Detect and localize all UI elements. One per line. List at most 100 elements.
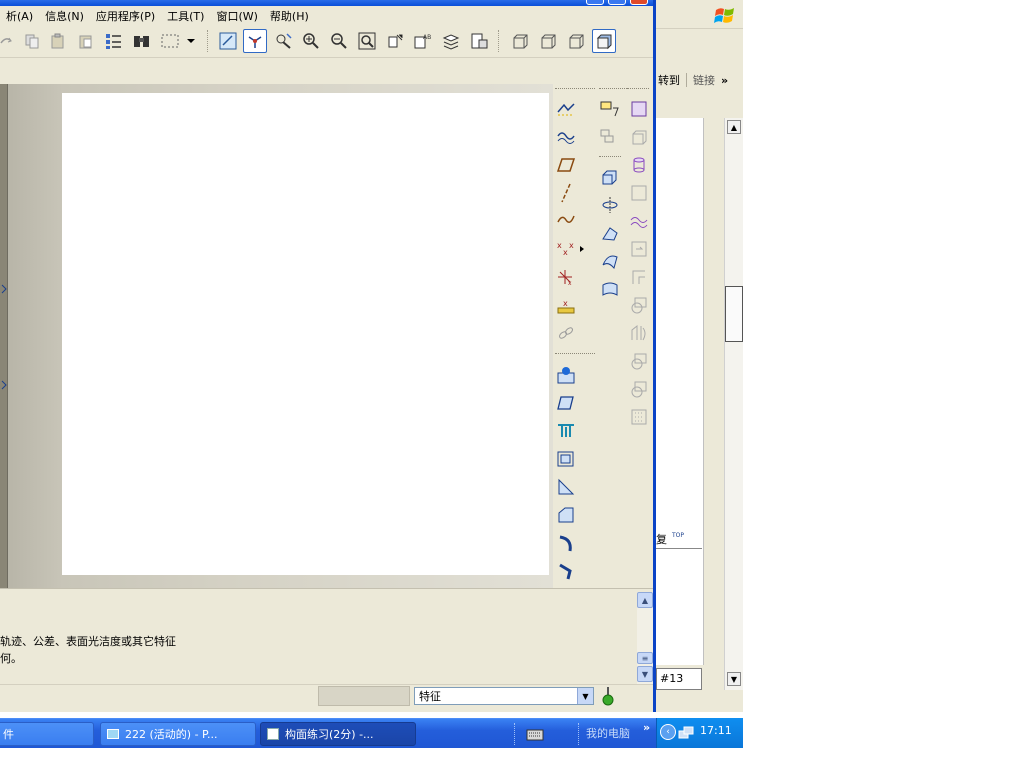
variable-sweep-icon[interactable] xyxy=(599,222,621,244)
round-icon[interactable] xyxy=(555,476,577,498)
rib-icon[interactable] xyxy=(555,420,577,442)
wireframe-icon[interactable] xyxy=(508,29,532,53)
redo-icon[interactable] xyxy=(0,29,18,53)
assemble-icon[interactable] xyxy=(599,126,621,148)
menu-help[interactable]: 帮助(H) xyxy=(264,8,315,24)
box-icon[interactable] xyxy=(628,126,650,148)
datum-axis-icon[interactable] xyxy=(555,182,577,204)
surface-wave-icon[interactable] xyxy=(628,210,650,232)
orient-mode-icon[interactable] xyxy=(272,29,296,53)
top-link[interactable]: TOP xyxy=(672,532,684,539)
sketch-curve-icon[interactable] xyxy=(555,208,577,230)
keyboard-icon[interactable] xyxy=(526,727,544,741)
scroll-thumb[interactable]: ≡ xyxy=(637,652,653,664)
offset-icon[interactable] xyxy=(628,238,650,260)
boundary-blend-icon[interactable] xyxy=(599,278,621,300)
windows-logo-icon xyxy=(714,8,734,23)
merge-icon[interactable] xyxy=(628,350,650,372)
grid-pattern-icon[interactable] xyxy=(628,406,650,428)
pattern-fill-icon[interactable] xyxy=(628,98,650,120)
chevron-down-icon[interactable] xyxy=(184,29,198,53)
chevron-down-icon[interactable]: ▼ xyxy=(577,688,593,704)
taskbar-button-active-session[interactable]: 222 (活动的) - P... xyxy=(100,722,256,746)
menu-info[interactable]: 信息(N) xyxy=(39,8,90,24)
rectangle-icon[interactable] xyxy=(628,182,650,204)
copy-icon[interactable] xyxy=(20,29,44,53)
menu-analysis[interactable]: 析(A) xyxy=(0,8,39,24)
svg-text:x: x xyxy=(563,299,568,308)
extend-icon[interactable] xyxy=(628,378,650,400)
scroll-up-button[interactable]: ▲ xyxy=(637,592,653,608)
datum-curve-sketch-icon[interactable] xyxy=(555,98,577,120)
scroll-down-button[interactable]: ▼ xyxy=(727,672,741,686)
trim-icon[interactable] xyxy=(628,266,650,288)
chain-link-icon[interactable] xyxy=(555,322,577,344)
goto-button[interactable]: 转到 xyxy=(656,72,680,88)
datum-curve-icon[interactable] xyxy=(555,126,577,148)
swept-blend-icon[interactable] xyxy=(599,250,621,272)
close-button[interactable] xyxy=(630,0,648,5)
blend-icon[interactable] xyxy=(555,560,577,582)
status-panel xyxy=(318,686,410,706)
minimize-button[interactable] xyxy=(586,0,604,5)
datum-plane-icon[interactable] xyxy=(555,154,577,176)
flyout-arrow-icon[interactable] xyxy=(577,238,587,260)
scroll-thumb[interactable] xyxy=(725,286,743,342)
tray-expand-button[interactable]: ‹ xyxy=(660,724,676,740)
cylinder-icon[interactable] xyxy=(628,154,650,176)
extrude-icon[interactable] xyxy=(599,166,621,188)
message-scrollbar[interactable]: ▲ ≡ ▼ xyxy=(637,592,653,684)
datum-point-icon[interactable]: xxx xyxy=(555,238,577,260)
analysis-feature-icon[interactable]: x xyxy=(555,294,577,316)
mirror-icon[interactable] xyxy=(628,322,650,344)
no-hidden-icon[interactable] xyxy=(564,29,588,53)
zoom-out-icon[interactable] xyxy=(327,29,351,53)
browser-scrollbar[interactable]: ▲ ▼ xyxy=(724,118,743,690)
hole-icon[interactable] xyxy=(555,364,577,386)
message-area: 轨迹、公差、表面光洁度或其它特征 何。 xyxy=(0,588,653,684)
intersect-icon[interactable] xyxy=(628,294,650,316)
chamfer-icon[interactable] xyxy=(555,504,577,526)
selection-filter-select[interactable]: 特征 ▼ xyxy=(414,687,594,705)
menu-applications[interactable]: 应用程序(P) xyxy=(90,8,161,24)
links-more-chevron[interactable]: » xyxy=(721,74,728,87)
sweep-icon[interactable] xyxy=(555,532,577,554)
expand-arrow-icon[interactable] xyxy=(1,380,7,390)
shell-icon[interactable] xyxy=(555,392,577,414)
expand-arrow-icon[interactable] xyxy=(1,284,7,294)
layers-icon[interactable] xyxy=(439,29,463,53)
network-icon[interactable] xyxy=(678,725,694,741)
taskbar-button-label: 222 (活动的) - P... xyxy=(125,728,218,741)
paste-special-icon[interactable] xyxy=(74,29,98,53)
selection-box-dropdown[interactable] xyxy=(156,29,184,53)
model-tree-collapsed-panel[interactable] xyxy=(0,84,8,588)
repaint-icon[interactable] xyxy=(216,29,240,53)
maximize-button[interactable] xyxy=(608,0,626,5)
refit-icon[interactable] xyxy=(355,29,379,53)
links-label[interactable]: 链接 xyxy=(693,72,715,88)
shading-icon[interactable] xyxy=(592,29,616,53)
taskbar-button-document[interactable]: 构面练习(2分) -... xyxy=(260,722,416,746)
paste-icon[interactable] xyxy=(46,29,70,53)
saved-views-icon[interactable]: AB xyxy=(411,29,435,53)
menu-tools[interactable]: 工具(T) xyxy=(161,8,210,24)
scroll-up-button[interactable]: ▲ xyxy=(727,120,741,134)
graphics-area[interactable] xyxy=(62,93,549,575)
my-computer-toolbar[interactable]: 我的电脑 xyxy=(586,725,630,741)
status-light-icon xyxy=(602,687,614,706)
binoculars-icon[interactable] xyxy=(130,29,154,53)
taskbar-button-files[interactable]: 件 xyxy=(0,722,94,746)
scroll-down-button[interactable]: ▼ xyxy=(637,666,653,682)
spin-center-icon[interactable] xyxy=(243,29,267,53)
hidden-line-icon[interactable] xyxy=(536,29,560,53)
zoom-in-icon[interactable] xyxy=(299,29,323,53)
draft-icon[interactable] xyxy=(555,448,577,470)
regenerate-icon[interactable] xyxy=(102,29,126,53)
toolbar-chevron[interactable]: » xyxy=(643,721,650,734)
revolve-icon[interactable] xyxy=(599,194,621,216)
menu-window[interactable]: 窗口(W) xyxy=(210,8,263,24)
view-manager-icon[interactable] xyxy=(383,29,407,53)
coordinate-system-icon[interactable]: x xyxy=(555,266,577,288)
place-icon[interactable] xyxy=(599,98,621,120)
model-display-icon[interactable] xyxy=(467,29,491,53)
